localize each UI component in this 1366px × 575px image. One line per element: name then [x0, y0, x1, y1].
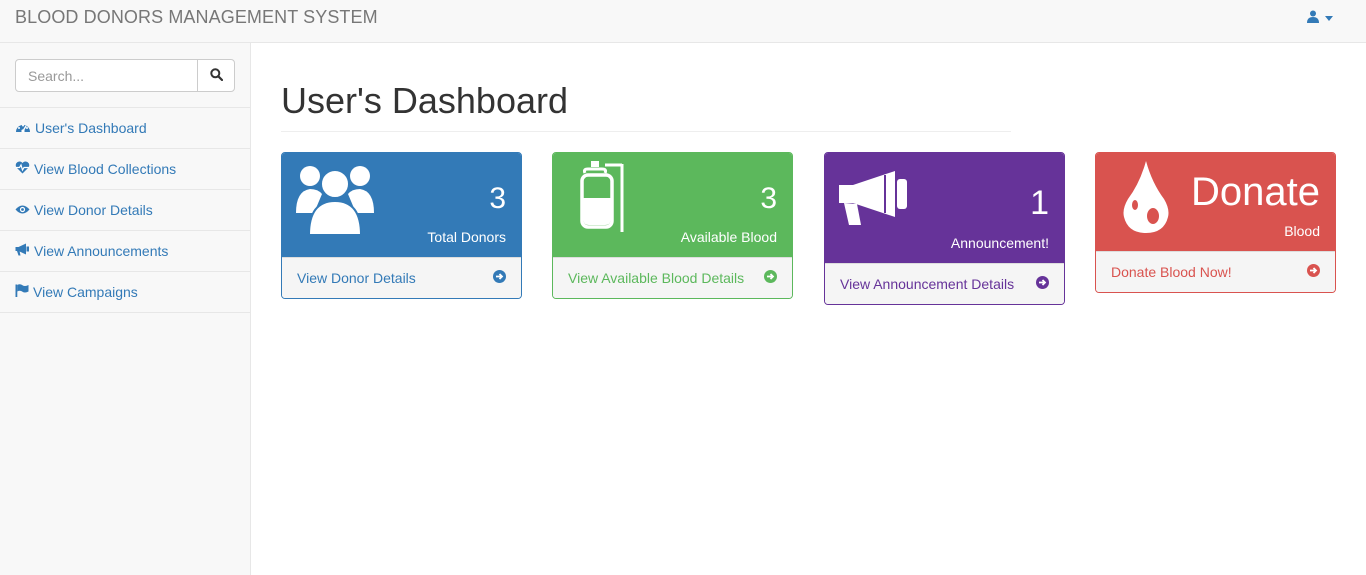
panel-count: 1 [1030, 184, 1049, 222]
panel-label: Blood [1284, 223, 1320, 239]
sidebar-item-label: View Announcements [34, 243, 169, 259]
search-input[interactable] [15, 59, 198, 92]
panel-count: 3 [489, 182, 506, 215]
announcement-panel: 1 Announcement! View Announcement Detail… [824, 152, 1065, 305]
panel-link-text: View Available Blood Details [568, 270, 745, 286]
available-blood-panel: 3 Available Blood View Available Blood D… [552, 152, 793, 299]
panel-count: Donate [1191, 170, 1320, 214]
sidebar-item-label: View Campaigns [33, 284, 138, 300]
user-icon [1307, 10, 1319, 26]
sidebar-item-label: View Blood Collections [34, 161, 177, 177]
panel-heading: 1 Announcement! [825, 153, 1064, 263]
panel-link-text: View Announcement Details [840, 276, 1015, 292]
arrow-circle-right-icon [493, 270, 506, 286]
app-brand[interactable]: BLOOD DONORS MANAGEMENT SYSTEM [15, 7, 378, 28]
sidebar-item-blood-collections[interactable]: View Blood Collections [0, 149, 250, 190]
arrow-circle-right-icon [764, 270, 777, 286]
panel-link-text: Donate Blood Now! [1111, 264, 1232, 280]
view-announcement-details-link[interactable]: View Announcement Details [825, 263, 1064, 304]
sidebar-item-announcements[interactable]: View Announcements [0, 231, 250, 272]
title-divider [281, 131, 1011, 132]
bullhorn-icon [839, 169, 911, 230]
search-icon [209, 67, 223, 84]
arrow-circle-right-icon [1036, 276, 1049, 292]
panel-heading: 3 Available Blood [553, 153, 792, 257]
panel-label: Available Blood [680, 229, 777, 245]
donate-blood-now-link[interactable]: Donate Blood Now! [1096, 251, 1335, 292]
page-title: User's Dashboard [281, 80, 568, 121]
arrow-circle-right-icon [1307, 264, 1320, 280]
donate-blood-panel: Donate Blood Donate Blood Now! [1095, 152, 1336, 293]
blood-bag-icon [579, 160, 627, 237]
panel-heading: 3 Total Donors [282, 153, 521, 257]
blood-drop-icon [1122, 161, 1170, 236]
panel-label: Announcement! [950, 235, 1049, 251]
sidebar-search [0, 43, 250, 108]
sidebar: User's Dashboard View Blood Collections … [0, 43, 251, 575]
flag-icon [15, 284, 33, 300]
view-donor-details-link[interactable]: View Donor Details [282, 257, 521, 298]
user-menu-toggle[interactable] [1307, 10, 1333, 26]
panel-count: 3 [760, 182, 777, 215]
users-icon [296, 161, 374, 238]
dashboard-icon [15, 120, 35, 136]
panel-heading: Donate Blood [1096, 153, 1335, 251]
sidebar-item-donor-details[interactable]: View Donor Details [0, 190, 250, 231]
total-donors-panel: 3 Total Donors View Donor Details [281, 152, 522, 299]
sidebar-item-label: View Donor Details [34, 202, 153, 218]
eye-icon [15, 202, 34, 218]
sidebar-item-label: User's Dashboard [35, 120, 147, 136]
view-available-blood-details-link[interactable]: View Available Blood Details [553, 257, 792, 298]
panel-label: Total Donors [427, 229, 506, 245]
chevron-down-icon [1325, 15, 1333, 21]
search-button[interactable] [197, 59, 235, 92]
heartbeat-icon [15, 161, 34, 177]
panel-link-text: View Donor Details [297, 270, 416, 286]
sidebar-item-dashboard[interactable]: User's Dashboard [0, 108, 250, 149]
sidebar-item-campaigns[interactable]: View Campaigns [0, 272, 250, 313]
bullhorn-icon [15, 243, 34, 259]
top-navbar: BLOOD DONORS MANAGEMENT SYSTEM [0, 0, 1366, 43]
